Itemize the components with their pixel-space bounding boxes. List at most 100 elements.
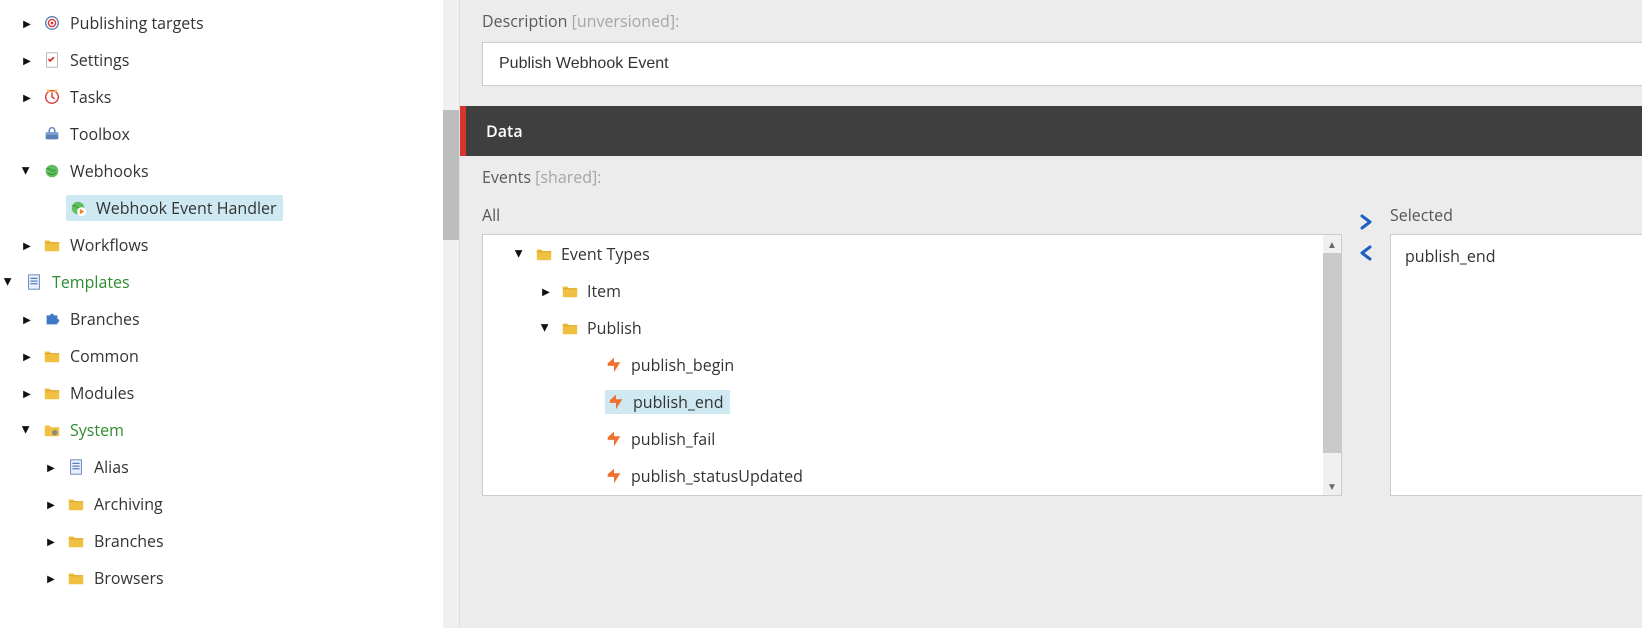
event-tree-item-publish-statusupdated[interactable]: publish_statusUpdated bbox=[483, 457, 1341, 494]
tree-item-templates[interactable]: Templates bbox=[0, 263, 459, 300]
tree-item-label: Branches bbox=[70, 308, 140, 330]
all-title: All bbox=[482, 204, 1342, 226]
caret-right-icon[interactable] bbox=[20, 312, 34, 326]
tree-item-modules[interactable]: Modules bbox=[0, 374, 459, 411]
event-tree-item-event-types[interactable]: Event Types bbox=[483, 235, 1341, 272]
folder-icon bbox=[561, 319, 579, 337]
checkdoc-icon bbox=[42, 50, 62, 70]
selected-item[interactable]: publish_end bbox=[1405, 245, 1628, 267]
tree-item-branches[interactable]: Branches bbox=[0, 522, 459, 559]
caret-right-icon[interactable] bbox=[44, 460, 58, 474]
caret-down-icon[interactable] bbox=[20, 164, 34, 178]
scrollbar-thumb[interactable] bbox=[443, 110, 459, 240]
tree-item-label: Templates bbox=[52, 271, 130, 293]
event-tree-item-publish-begin[interactable]: publish_begin bbox=[483, 346, 1341, 383]
doc-icon bbox=[66, 457, 86, 477]
caret-right-icon[interactable] bbox=[44, 571, 58, 585]
caret-right-icon[interactable] bbox=[20, 90, 34, 104]
caret-right-icon[interactable] bbox=[20, 386, 34, 400]
clock-icon bbox=[42, 87, 62, 107]
caret-down-icon[interactable] bbox=[20, 423, 34, 437]
events-tree[interactable]: Event Types ItemPublishpublish_beginpubli… bbox=[483, 235, 1341, 494]
puzzle-icon bbox=[42, 309, 62, 329]
description-input[interactable] bbox=[482, 42, 1642, 86]
all-box-scrollbar[interactable]: ▲ ▼ bbox=[1323, 235, 1341, 495]
tree-item-label: Alias bbox=[94, 456, 129, 478]
event-tree-item-publish-fail[interactable]: publish_fail bbox=[483, 420, 1341, 457]
selected-title: Selected bbox=[1390, 204, 1642, 226]
caret-down-icon[interactable] bbox=[2, 275, 16, 289]
event-tree-item-label: Event Types bbox=[561, 243, 650, 265]
event-tree-item-publish-end[interactable]: publish_end bbox=[483, 383, 1341, 420]
tree-item-label: Tasks bbox=[70, 86, 111, 108]
folder-icon bbox=[42, 346, 62, 366]
event-tree-item-label: publish_fail bbox=[631, 428, 715, 450]
sidebar-scrollbar[interactable] bbox=[443, 0, 459, 628]
tree-item-tasks[interactable]: Tasks bbox=[0, 78, 459, 115]
all-items-box[interactable]: Event Types ItemPublishpublish_beginpubli… bbox=[482, 234, 1342, 496]
folder-icon bbox=[66, 568, 86, 588]
tree-item-label: Settings bbox=[70, 49, 129, 71]
tree-item-label: Publishing targets bbox=[70, 12, 204, 34]
tree-item-label: Webhook Event Handler bbox=[96, 197, 277, 219]
tree-item-webhooks[interactable]: Webhooks bbox=[0, 152, 459, 189]
tree-item-label: Toolbox bbox=[70, 123, 130, 145]
globe-icon bbox=[42, 161, 62, 181]
caret-down-icon[interactable] bbox=[513, 247, 527, 261]
event-icon bbox=[605, 356, 623, 374]
all-box-scroll-thumb[interactable] bbox=[1323, 253, 1341, 453]
tree-item-label: Browsers bbox=[94, 567, 164, 589]
caret-right-icon[interactable] bbox=[44, 497, 58, 511]
tree-item-branches[interactable]: Branches bbox=[0, 300, 459, 337]
events-field-group: Events [shared]: bbox=[460, 156, 1642, 204]
event-tree-item-publish[interactable]: Publish bbox=[483, 309, 1341, 346]
caret-right-icon[interactable] bbox=[20, 16, 34, 30]
folder-icon bbox=[66, 494, 86, 514]
tree-item-archiving[interactable]: Archiving bbox=[0, 485, 459, 522]
folder-gear-icon bbox=[42, 420, 62, 440]
chevron-left-icon bbox=[1358, 245, 1374, 261]
description-label: Description [unversioned]: bbox=[482, 10, 1642, 32]
caret-right-icon[interactable] bbox=[539, 284, 553, 298]
scroll-down-icon[interactable]: ▼ bbox=[1323, 477, 1341, 495]
tree-item-common[interactable]: Common bbox=[0, 337, 459, 374]
content-tree[interactable]: Publishing targets Settings Tasks Toolbox We… bbox=[0, 4, 459, 596]
move-right-button[interactable] bbox=[1356, 212, 1376, 235]
tree-item-settings[interactable]: Settings bbox=[0, 41, 459, 78]
folder-icon bbox=[66, 531, 86, 551]
event-tree-item-item[interactable]: Item bbox=[483, 272, 1341, 309]
event-icon bbox=[607, 393, 625, 411]
editor-pane: Description [unversioned]: Data Events [… bbox=[460, 0, 1642, 628]
events-label-text: Events bbox=[482, 166, 531, 188]
dual-list-move-buttons bbox=[1356, 204, 1376, 266]
section-header-data[interactable]: Data bbox=[460, 106, 1642, 156]
content-tree-sidebar: Publishing targets Settings Tasks Toolbox We… bbox=[0, 0, 460, 628]
dual-list-all-column: All Event Types ItemPublishpublish_beginp… bbox=[482, 204, 1342, 496]
move-left-button[interactable] bbox=[1356, 243, 1376, 266]
event-tree-item-label: publish_end bbox=[633, 391, 724, 413]
tree-item-alias[interactable]: Alias bbox=[0, 448, 459, 485]
tree-item-label: Branches bbox=[94, 530, 164, 552]
tree-item-browsers[interactable]: Browsers bbox=[0, 559, 459, 596]
tree-item-toolbox[interactable]: Toolbox bbox=[0, 115, 459, 152]
caret-right-icon[interactable] bbox=[20, 238, 34, 252]
tree-item-label: System bbox=[70, 419, 124, 441]
caret-right-icon[interactable] bbox=[20, 349, 34, 363]
tree-item-label: Archiving bbox=[94, 493, 163, 515]
tree-item-system[interactable]: System bbox=[0, 411, 459, 448]
tree-item-webhook-event-handler[interactable]: Webhook Event Handler bbox=[0, 189, 459, 226]
caret-down-icon[interactable] bbox=[539, 321, 553, 335]
caret-right-icon[interactable] bbox=[44, 534, 58, 548]
tree-item-label: Webhooks bbox=[70, 160, 149, 182]
description-flag: [unversioned] bbox=[572, 10, 675, 32]
events-dual-list: All Event TypesItemPublishpublish_beginp… bbox=[460, 204, 1642, 496]
selected-items-box[interactable]: publish_end bbox=[1390, 234, 1642, 496]
event-tree-item-label: publish_statusUpdated bbox=[631, 465, 803, 487]
scroll-up-icon[interactable]: ▲ bbox=[1323, 235, 1341, 253]
tree-item-publishing-targets[interactable]: Publishing targets bbox=[0, 4, 459, 41]
caret-right-icon[interactable] bbox=[20, 53, 34, 67]
tree-item-label: Workflows bbox=[70, 234, 148, 256]
event-icon bbox=[605, 430, 623, 448]
event-icon bbox=[605, 467, 623, 485]
tree-item-workflows[interactable]: Workflows bbox=[0, 226, 459, 263]
